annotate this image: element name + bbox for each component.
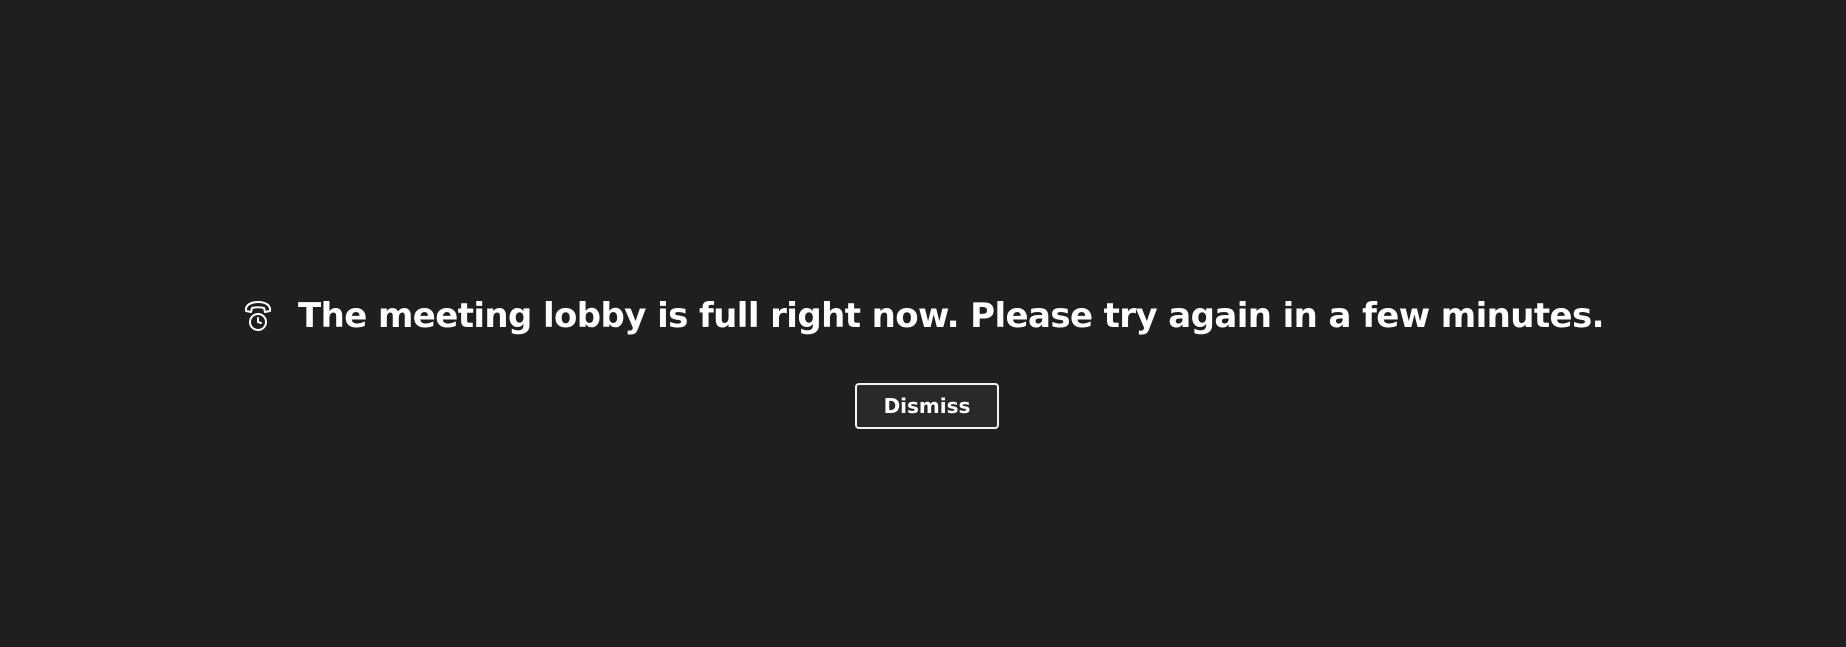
dismiss-button[interactable]: Dismiss bbox=[855, 383, 999, 429]
phone-clock-icon bbox=[242, 299, 274, 333]
lobby-full-message: The meeting lobby is full right now. Ple… bbox=[298, 296, 1604, 336]
lobby-full-notice: The meeting lobby is full right now. Ple… bbox=[0, 293, 1846, 339]
